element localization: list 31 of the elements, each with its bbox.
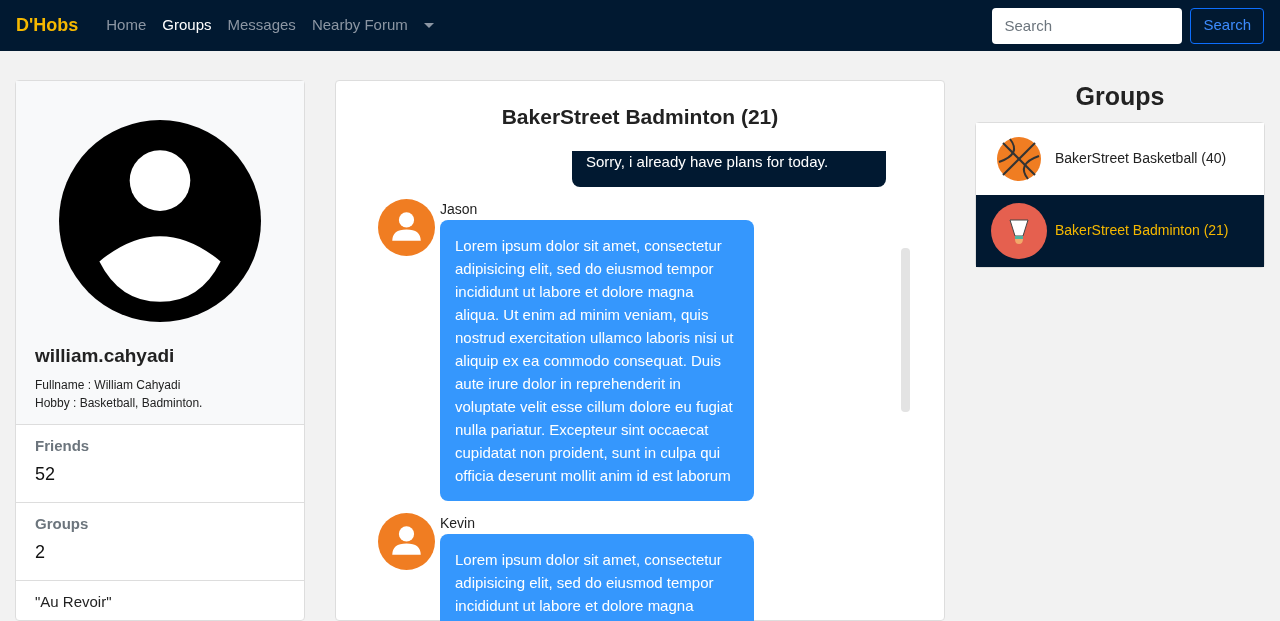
nav-link[interactable]: Messages: [219, 14, 304, 37]
chat-title: BakerStreet Badminton (21): [500, 104, 780, 130]
received-message: Lorem ipsum dolor sit amet, consectetur adipisicing elit, sed do eiusmod tempor incididunt ut labore et dolore magna: [440, 534, 754, 621]
stat-value: 2: [35, 541, 46, 564]
hobby-text: Hobby : Basketball, Badminton.: [35, 394, 204, 412]
basketball-icon: [996, 135, 1042, 182]
group-name: BakerStreet Badminton (21): [1055, 221, 1229, 240]
fullname-text: Fullname : William Cahyadi: [35, 376, 182, 394]
stat-label: Groups: [35, 513, 90, 534]
group-item[interactable]: BakerStreet Badminton (21): [976, 194, 1264, 267]
brand-logo[interactable]: D'Hobs: [16, 12, 79, 39]
search-field[interactable]: Search: [992, 7, 1183, 44]
user-avatar-icon: [378, 199, 435, 256]
username: william.cahyadi: [35, 344, 176, 368]
user-avatar-icon: [59, 120, 261, 322]
nav-link[interactable]: Nearby Forum: [303, 14, 416, 37]
nav-link[interactable]: Groups: [154, 14, 220, 37]
sent-message: Sorry, i already have plans for today.: [572, 150, 886, 187]
sender-name: Kevin: [440, 514, 477, 533]
received-message: Lorem ipsum dolor sit amet, consectetur adipisicing elit, sed do eiusmod tempor incididunt ut labore et dolore magna aliqua. Ut enim ad minim veniam, quis nostrud exercitation ullamco laboris nisi ut aliquip ex ea commodo consequat. Duis aute irure dolor in reprehenderit in voluptate velit esse cillum dolore eu fugiat nulla pariatur. Excepteur sint occaecat cupidatat non proident, sunt in culpa qui officia deserunt mollit anim id est laborum: [440, 220, 754, 501]
group-name: BakerStreet Basketball (40): [1055, 149, 1227, 168]
groups-heading: Groups: [1074, 81, 1166, 112]
search-button[interactable]: Search: [1190, 7, 1264, 44]
shuttlecock-icon: [991, 202, 1047, 259]
quote-text: "Au Revoir": [35, 591, 113, 612]
user-avatar-icon: [378, 513, 435, 570]
sender-name: Jason: [440, 200, 479, 219]
nav-link[interactable]: Home: [98, 14, 155, 37]
stat-label: Friends: [35, 435, 91, 456]
stat-value: 52: [35, 463, 57, 486]
caret-icon[interactable]: [423, 22, 434, 29]
